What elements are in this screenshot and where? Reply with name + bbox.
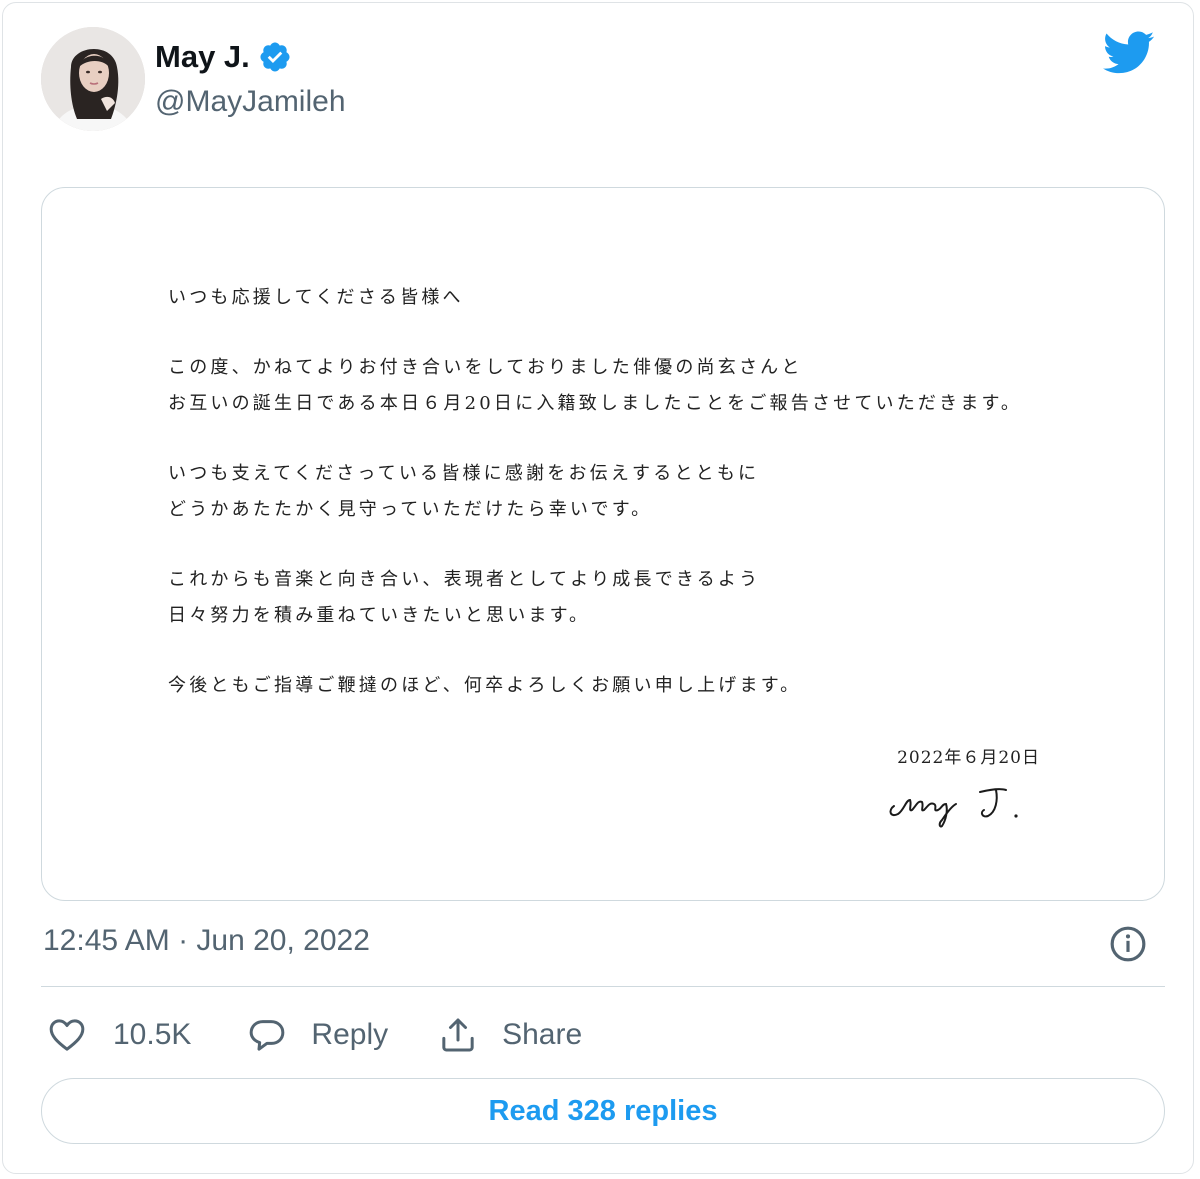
speech-bubble-icon [250,1020,285,1051]
tweet-timestamp[interactable]: 12:45 AM · Jun 20, 2022 [43,924,370,958]
author-handle[interactable]: @MayJamileh [155,85,346,119]
avatar[interactable] [41,27,145,131]
letter-date: 2022年６月20日 [897,748,1040,768]
share-button[interactable]: Share [438,1015,582,1055]
letter-line: どうかあたたかく見守っていただけたら幸いです。 [168,499,653,520]
reply-button[interactable]: Reply [247,1015,388,1055]
letter-line: この度、かねてよりお付き合いをしておりました俳優の尚玄さんと [168,357,803,378]
read-replies-button[interactable]: Read 328 replies [41,1078,1165,1144]
author-name[interactable]: May J. [155,39,292,75]
share-upload-icon [442,1018,474,1052]
letter-line: いつも支えてくださっている皆様に感謝をお伝えするとともに [168,463,760,484]
verified-badge-icon [260,42,290,72]
like-button[interactable]: 10.5K [47,1015,191,1055]
handwritten-signature [889,788,1018,828]
letter-line: お互いの誕生日である本日６月20日に入籍致しましたことをご報告させていただきます… [168,393,1023,414]
letter-body: いつも応援してくださる皆様へ この度、かねてよりお付き合いをしておりました俳優の… [168,280,1068,704]
share-label: Share [502,1018,583,1051]
tweet-actions: 10.5K Reply Share [47,1007,582,1063]
tweet-card: May J. @MayJamileh いつも応援してくださる皆様へ この度、かね… [2,2,1194,1174]
letter-line: これからも音楽と向き合い、表現者としてより成長できるよう [168,569,761,590]
letter-image[interactable]: いつも応援してくださる皆様へ この度、かねてよりお付き合いをしておりました俳優の… [41,187,1165,901]
twitter-bird-icon[interactable] [1103,31,1155,75]
author-name-text: May J. [155,39,250,74]
letter-line: 今後ともご指導ご鞭撻のほど、何卒よろしくお願い申し上げます。 [168,675,802,696]
avatar-photo [41,27,145,131]
info-icon[interactable] [1109,925,1147,963]
divider [41,986,1165,987]
heart-icon [49,1019,85,1051]
letter-line: いつも応援してくださる皆様へ [168,287,464,308]
letter-line: 日々努力を積み重ねていきたいと思います。 [168,605,591,626]
reply-label: Reply [311,1018,389,1051]
like-count: 10.5K [113,1018,192,1051]
